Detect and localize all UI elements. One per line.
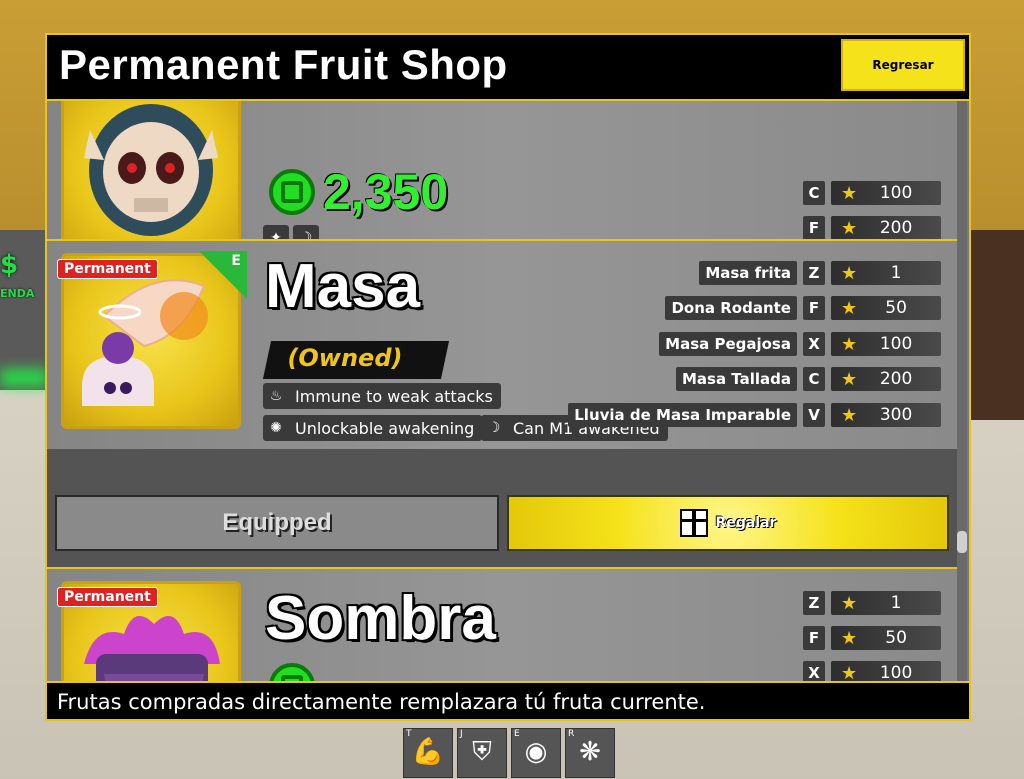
move-cost: ★ 200: [831, 216, 941, 240]
gift-button[interactable]: Regalar: [507, 495, 949, 551]
hotbar-slot-r[interactable]: R ❋: [565, 728, 615, 778]
move-key: C: [803, 181, 825, 205]
owned-label: (Owned): [262, 341, 450, 379]
move-row: Masa frita Z ★ 1: [699, 261, 941, 285]
move-row: X ★ 100: [803, 661, 941, 681]
move-row: Z ★ 1: [803, 591, 941, 615]
dollar-sign-icon: $: [0, 250, 19, 280]
card-actions: Equipped Regalar: [47, 449, 957, 569]
scroll-thumb[interactable]: [957, 531, 967, 553]
move-row: Lluvia de Masa Imparable V ★ 300: [568, 403, 941, 427]
muscle-icon: 💪: [411, 737, 445, 767]
star-icon: ★: [841, 297, 858, 319]
move-cost: ★ 100: [831, 181, 941, 205]
fruit-shop-panel: Permanent Fruit Shop Regresar 2,350 ✦ ☽ …: [45, 33, 971, 721]
background-glow: [0, 368, 48, 388]
move-row: F ★ 200: [803, 216, 941, 240]
fruit-card: 2,350 ✦ ☽ C ★100 F ★200 V ★300: [47, 101, 957, 275]
scrollbar[interactable]: [957, 101, 967, 681]
price-tag: [269, 663, 315, 681]
dough-fruit-icon: [82, 279, 208, 406]
permanent-badge: Permanent: [57, 587, 158, 607]
price-value: 2,350: [323, 164, 449, 220]
price-tag: 2,350: [269, 163, 448, 221]
fruit-list[interactable]: 2,350 ✦ ☽ C ★100 F ★200 V ★300: [47, 101, 959, 681]
eye-icon: ◉: [524, 737, 548, 767]
star-icon: ★: [841, 404, 858, 426]
hotbar-slot-j[interactable]: J ⛨: [457, 728, 507, 778]
background-shop-sign: ENDA: [0, 287, 35, 300]
flame-icon: ♨: [269, 388, 283, 404]
feature-item: ✺ Unlockable awakening: [263, 415, 483, 441]
skull-fruit-icon: [84, 104, 218, 236]
star-icon: ★: [841, 182, 858, 204]
move-row: C ★ 100: [803, 181, 941, 205]
fruit-name: Masa: [265, 252, 421, 321]
star-icon: ★: [841, 368, 858, 390]
star-icon: ★: [841, 627, 858, 649]
star-icon: ★: [841, 333, 858, 355]
move-row: Dona Rodante F ★ 50: [665, 296, 941, 320]
back-button[interactable]: Regresar: [841, 39, 965, 91]
armor-icon: ⛨: [472, 737, 492, 767]
dragon-icon: ❋: [579, 737, 601, 767]
footer-text: Frutas compradas directamente remplazara…: [57, 690, 706, 714]
robux-icon: [269, 169, 315, 215]
scythe-icon: ☽: [487, 420, 501, 436]
permanent-badge: Permanent: [57, 259, 158, 279]
equipped-button[interactable]: Equipped: [55, 495, 499, 551]
hotbar-slot-e[interactable]: E ◉: [511, 728, 561, 778]
move-row: Masa Tallada C ★ 200: [675, 367, 941, 391]
ability-hotbar: T 💪 J ⛨ E ◉ R ❋: [403, 728, 615, 778]
move-row: F ★ 50: [803, 626, 941, 650]
fruit-card-sombra: Permanent Sombra Z ★ 1 F ★ 50 X ★ 100: [47, 567, 957, 681]
star-icon: ★: [841, 662, 858, 682]
fruit-card-masa: Permanent E Masa (Owned) ♨ Immune to wea…: [47, 239, 957, 451]
fruit-image: [61, 253, 241, 429]
gear-icon: ✺: [270, 420, 282, 436]
feature-item: ♨ Immune to weak attacks: [263, 383, 501, 409]
fruit-name: Sombra: [265, 584, 496, 653]
hotbar-slot-t[interactable]: T 💪: [403, 728, 453, 778]
footer-notice: Frutas compradas directamente remplazara…: [47, 681, 969, 719]
star-icon: ★: [841, 262, 858, 284]
move-row: Masa Pegajosa X ★ 100: [659, 332, 941, 356]
robux-icon: [269, 663, 315, 681]
shop-title: Permanent Fruit Shop: [59, 41, 508, 88]
gift-icon: [679, 509, 708, 537]
star-icon: ★: [841, 592, 858, 614]
move-key: F: [803, 216, 825, 240]
star-icon: ★: [841, 217, 858, 239]
title-bar: Permanent Fruit Shop Regresar: [47, 35, 969, 101]
